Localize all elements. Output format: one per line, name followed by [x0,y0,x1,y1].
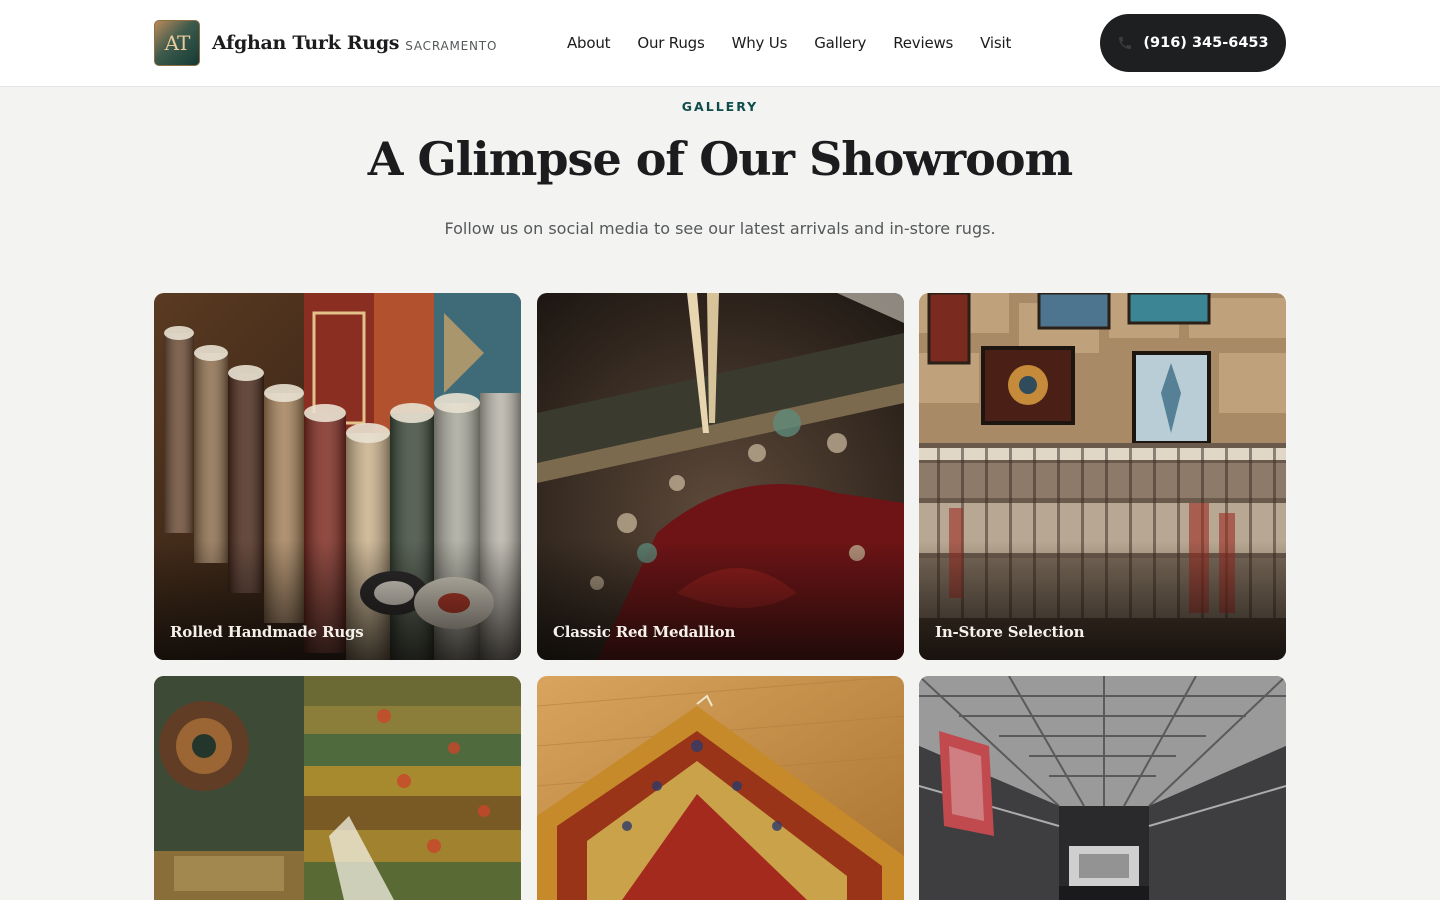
gallery-item-5[interactable] [537,676,904,900]
brand-city: SACRAMENTO [405,38,498,53]
gallery-photo-rug-corner [537,676,904,900]
gallery-item-6[interactable] [919,676,1286,900]
section-eyebrow: GALLERY [681,99,759,114]
caption-shade [154,540,521,660]
gallery-caption: Classic Red Medallion [553,623,736,641]
nav-link-about[interactable]: About [567,34,611,52]
nav-link-visit[interactable]: Visit [980,34,1011,52]
phone-number: (916) 345-6453 [1143,35,1269,51]
nav-link-reviews[interactable]: Reviews [893,34,953,52]
gallery-item-4[interactable] [154,676,521,900]
phone-icon [1119,37,1132,49]
section-title: A Glimpse of Our Showroom [367,132,1073,186]
logo-badge: AT [154,20,200,66]
caption-shade [919,540,1286,660]
call-phone-button[interactable]: (916) 345-6453 [1100,14,1286,72]
brand-name: Afghan Turk Rugs [212,32,400,54]
section-subtitle: Follow us on social media to see our lat… [444,219,996,238]
gallery-photo-bazaar-hall [919,676,1286,900]
caption-shade [537,540,904,660]
gallery-item-in-store-selection[interactable]: In-Store Selection [919,293,1286,660]
nav-link-gallery[interactable]: Gallery [814,34,866,52]
gallery-item-red-medallion[interactable]: Classic Red Medallion [537,293,904,660]
gallery-item-rolled-rugs[interactable]: Rolled Handmade Rugs [154,293,521,660]
nav-link-why-us[interactable]: Why Us [732,34,788,52]
brand-logo[interactable]: AT Afghan Turk Rugs SACRAMENTO [154,20,497,66]
gallery-caption: In-Store Selection [935,623,1085,641]
main-nav: About Our Rugs Why Us Gallery Reviews Vi… [567,34,1038,52]
nav-link-our-rugs[interactable]: Our Rugs [637,34,704,52]
gallery-photo-folded-rugs [154,676,521,900]
gallery-caption: Rolled Handmade Rugs [170,623,364,641]
site-header: AT Afghan Turk Rugs SACRAMENTO About Our… [0,0,1440,87]
